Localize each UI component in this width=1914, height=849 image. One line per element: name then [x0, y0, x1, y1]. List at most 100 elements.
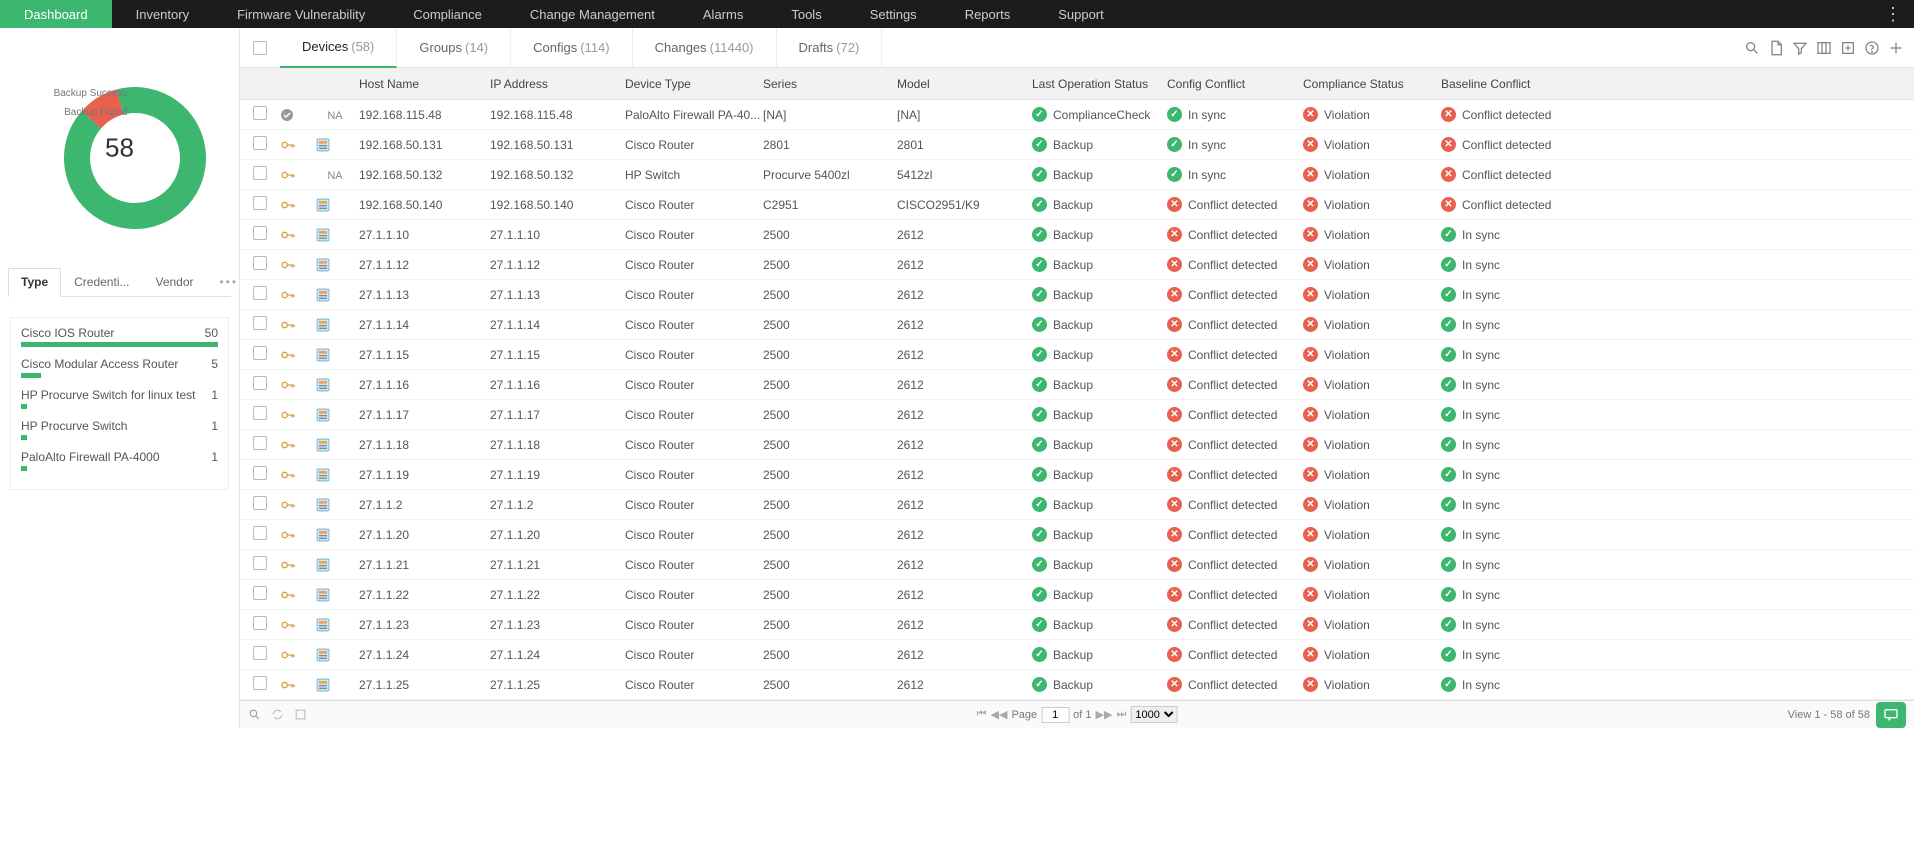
- col-lastop[interactable]: Last Operation Status: [1032, 77, 1167, 91]
- tab-drafts[interactable]: Drafts (72): [777, 28, 883, 68]
- sidetab-credenti[interactable]: Credenti...: [61, 268, 142, 296]
- row-checkbox[interactable]: [253, 646, 267, 660]
- status-text: Backup: [1053, 618, 1093, 632]
- columns-icon[interactable]: [1816, 40, 1832, 56]
- sidetab-type[interactable]: Type: [8, 268, 61, 297]
- type-row[interactable]: HP Procurve Switch1: [21, 419, 218, 433]
- col-hostname[interactable]: Host Name: [355, 77, 490, 91]
- table-row[interactable]: 27.1.1.1227.1.1.12Cisco Router25002612✓B…: [240, 250, 1914, 280]
- row-checkbox[interactable]: [253, 166, 267, 180]
- table-row[interactable]: 27.1.1.1627.1.1.16Cisco Router25002612✓B…: [240, 370, 1914, 400]
- row-checkbox[interactable]: [253, 136, 267, 150]
- cell-devicetype: Cisco Router: [625, 198, 763, 212]
- nav-support[interactable]: Support: [1034, 0, 1128, 28]
- nav-inventory[interactable]: Inventory: [112, 0, 213, 28]
- nav-more-icon[interactable]: ⋮: [1884, 4, 1902, 25]
- export-icon[interactable]: [1840, 40, 1856, 56]
- cell-model: 2612: [897, 318, 1032, 332]
- table-row[interactable]: 27.1.1.2127.1.1.21Cisco Router25002612✓B…: [240, 550, 1914, 580]
- page-prev-icon[interactable]: ◀◀: [991, 708, 1008, 721]
- table-row[interactable]: 27.1.1.1827.1.1.18Cisco Router25002612✓B…: [240, 430, 1914, 460]
- tab-devices[interactable]: Devices (58): [280, 28, 397, 68]
- sidetab-vendor[interactable]: Vendor: [142, 268, 206, 296]
- filter-icon[interactable]: [1792, 40, 1808, 56]
- footer-grid-icon[interactable]: [294, 708, 307, 721]
- row-checkbox[interactable]: [253, 586, 267, 600]
- row-checkbox[interactable]: [253, 106, 267, 120]
- nav-compliance[interactable]: Compliance: [389, 0, 506, 28]
- nav-alarms[interactable]: Alarms: [679, 0, 767, 28]
- nav-change-management[interactable]: Change Management: [506, 0, 679, 28]
- row-checkbox[interactable]: [253, 286, 267, 300]
- footer-refresh-icon[interactable]: [271, 708, 284, 721]
- tab-groups[interactable]: Groups (14): [397, 28, 511, 68]
- pdf-icon[interactable]: [1768, 40, 1784, 56]
- row-checkbox[interactable]: [253, 376, 267, 390]
- nav-tools[interactable]: Tools: [767, 0, 845, 28]
- status-text: In sync: [1462, 498, 1500, 512]
- table-row[interactable]: 27.1.1.1027.1.1.10Cisco Router25002612✓B…: [240, 220, 1914, 250]
- footer-search-icon[interactable]: [248, 708, 261, 721]
- status-ok-icon: ✓: [1032, 497, 1047, 512]
- select-all-checkbox[interactable]: [253, 41, 267, 55]
- table-row[interactable]: 27.1.1.2327.1.1.23Cisco Router25002612✓B…: [240, 610, 1914, 640]
- table-row[interactable]: 192.168.50.131192.168.50.131Cisco Router…: [240, 130, 1914, 160]
- help-icon[interactable]: [1864, 40, 1880, 56]
- row-checkbox[interactable]: [253, 406, 267, 420]
- cell-devicetype: Cisco Router: [625, 228, 763, 242]
- col-baseline[interactable]: Baseline Conflict: [1441, 77, 1571, 91]
- status-error-icon: ✕: [1167, 407, 1182, 422]
- table-row[interactable]: 192.168.50.140192.168.50.140Cisco Router…: [240, 190, 1914, 220]
- type-row[interactable]: PaloAlto Firewall PA-40001: [21, 450, 218, 464]
- col-model[interactable]: Model: [897, 77, 1032, 91]
- page-last-icon[interactable]: ⏭: [1116, 708, 1126, 721]
- status-text: Violation: [1324, 378, 1370, 392]
- chat-icon[interactable]: [1876, 702, 1906, 728]
- row-checkbox[interactable]: [253, 496, 267, 510]
- row-checkbox[interactable]: [253, 676, 267, 690]
- status-ok-icon: ✓: [1032, 167, 1047, 182]
- col-compliance[interactable]: Compliance Status: [1303, 77, 1441, 91]
- type-row[interactable]: Cisco Modular Access Router5: [21, 357, 218, 371]
- row-checkbox[interactable]: [253, 256, 267, 270]
- col-configconflict[interactable]: Config Conflict: [1167, 77, 1303, 91]
- row-checkbox[interactable]: [253, 226, 267, 240]
- row-checkbox[interactable]: [253, 466, 267, 480]
- row-checkbox[interactable]: [253, 346, 267, 360]
- col-series[interactable]: Series: [763, 77, 897, 91]
- row-checkbox[interactable]: [253, 556, 267, 570]
- tab-changes[interactable]: Changes (11440): [633, 28, 777, 68]
- col-ipaddress[interactable]: IP Address: [490, 77, 625, 91]
- page-size-select[interactable]: 1000: [1130, 706, 1177, 723]
- type-row[interactable]: Cisco IOS Router50: [21, 326, 218, 340]
- row-checkbox[interactable]: [253, 526, 267, 540]
- col-devicetype[interactable]: Device Type: [625, 77, 763, 91]
- row-checkbox[interactable]: [253, 316, 267, 330]
- tab-configs[interactable]: Configs (114): [511, 28, 632, 68]
- add-icon[interactable]: [1888, 40, 1904, 56]
- table-row[interactable]: 27.1.1.2527.1.1.25Cisco Router25002612✓B…: [240, 670, 1914, 700]
- table-row[interactable]: 27.1.1.1527.1.1.15Cisco Router25002612✓B…: [240, 340, 1914, 370]
- row-checkbox[interactable]: [253, 616, 267, 630]
- page-input[interactable]: [1041, 707, 1069, 723]
- table-row[interactable]: 27.1.1.2027.1.1.20Cisco Router25002612✓B…: [240, 520, 1914, 550]
- row-checkbox[interactable]: [253, 436, 267, 450]
- nav-dashboard[interactable]: Dashboard: [0, 0, 112, 28]
- search-icon[interactable]: [1744, 40, 1760, 56]
- table-row[interactable]: 27.1.1.2227.1.1.22Cisco Router25002612✓B…: [240, 580, 1914, 610]
- nav-reports[interactable]: Reports: [941, 0, 1035, 28]
- table-row[interactable]: 27.1.1.1327.1.1.13Cisco Router25002612✓B…: [240, 280, 1914, 310]
- nav-firmware-vulnerability[interactable]: Firmware Vulnerability: [213, 0, 389, 28]
- table-row[interactable]: 27.1.1.227.1.1.2Cisco Router25002612✓Bac…: [240, 490, 1914, 520]
- nav-settings[interactable]: Settings: [846, 0, 941, 28]
- page-next-icon[interactable]: ▶▶: [1096, 708, 1113, 721]
- type-row[interactable]: HP Procurve Switch for linux test1: [21, 388, 218, 402]
- table-row[interactable]: NA192.168.115.48192.168.115.48PaloAlto F…: [240, 100, 1914, 130]
- table-row[interactable]: 27.1.1.1727.1.1.17Cisco Router25002612✓B…: [240, 400, 1914, 430]
- table-row[interactable]: 27.1.1.1427.1.1.14Cisco Router25002612✓B…: [240, 310, 1914, 340]
- table-row[interactable]: NA192.168.50.132192.168.50.132HP SwitchP…: [240, 160, 1914, 190]
- table-row[interactable]: 27.1.1.2427.1.1.24Cisco Router25002612✓B…: [240, 640, 1914, 670]
- table-row[interactable]: 27.1.1.1927.1.1.19Cisco Router25002612✓B…: [240, 460, 1914, 490]
- page-first-icon[interactable]: ⏮: [977, 708, 987, 721]
- row-checkbox[interactable]: [253, 196, 267, 210]
